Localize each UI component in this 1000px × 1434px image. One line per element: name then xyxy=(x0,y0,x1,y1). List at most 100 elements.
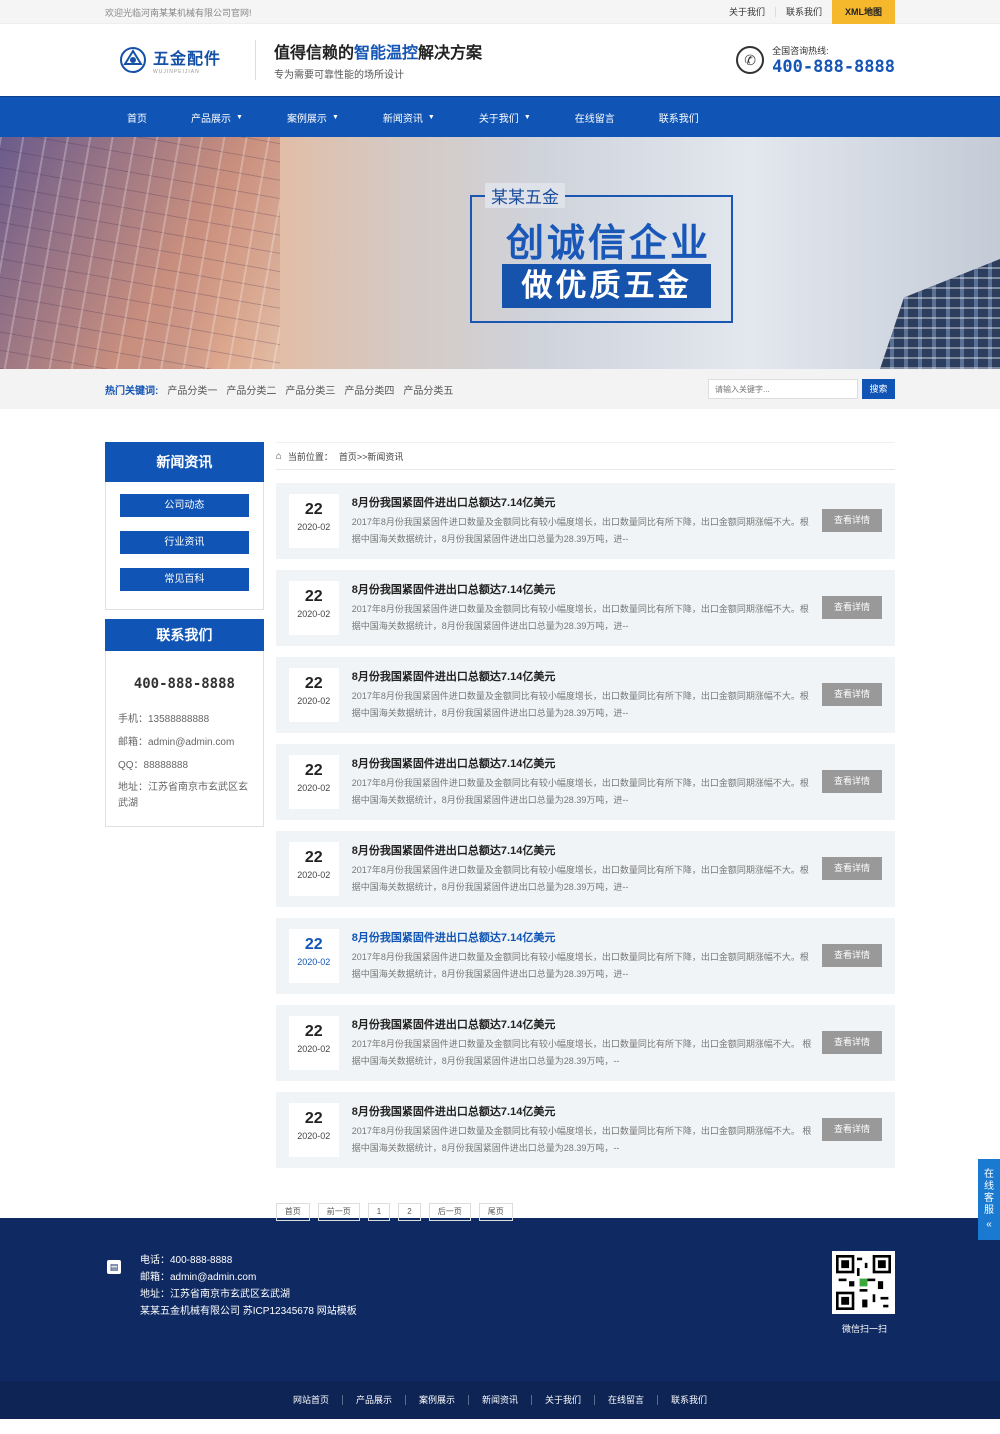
news-title[interactable]: 8月份我国紧固件进出口总额达7.14亿美元 xyxy=(352,755,817,771)
news-title[interactable]: 8月份我国紧固件进出口总额达7.14亿美元 xyxy=(352,1016,817,1032)
wechat-qr-code xyxy=(832,1251,895,1314)
breadcrumb-path[interactable]: 首页>>新闻资讯 xyxy=(339,450,404,463)
news-content: ⌂ 当前位置： 首页>>新闻资讯 22 2020-02 8月份我国紧固件进出口总额达… xyxy=(275,442,895,1221)
banner-building-left xyxy=(0,137,280,369)
sidebar-link-industry-news[interactable]: 行业资讯 xyxy=(120,531,249,554)
search-input[interactable] xyxy=(708,379,858,399)
news-title[interactable]: 8月份我国紧固件进出口总额达7.14亿美元 xyxy=(352,842,817,858)
breadcrumb: ⌂ 当前位置： 首页>>新闻资讯 xyxy=(275,442,895,470)
hero-banner: 某某五金 创诚信企业 做优质五金 xyxy=(0,137,1000,369)
news-summary: 2017年8月份我国紧固件进口数量及金额同比有较小幅度增长，出口数量同比有所下降… xyxy=(351,778,809,805)
news-year-month: 2020-02 xyxy=(297,696,331,706)
news-item[interactable]: 22 2020-02 8月份我国紧固件进出口总额达7.14亿美元 2017年8月份我国… xyxy=(275,918,895,994)
main-area: 新闻资讯 公司动态 行业资讯 常见百科 联系我们 400-888-8888 手机… xyxy=(0,409,1000,1221)
news-item[interactable]: 22 2020-02 8月份我国紧固件进出口总额达7.14亿美元 2017年8月份我国… xyxy=(275,1092,895,1168)
view-details-button[interactable]: 查看详情 xyxy=(822,683,882,706)
sidebar: 新闻资讯 公司动态 行业资讯 常见百科 联系我们 400-888-8888 手机… xyxy=(105,442,264,836)
news-item[interactable]: 22 2020-02 8月份我国紧固件进出口总额达7.14亿美元 2017年8月份我国… xyxy=(275,483,895,559)
view-details-button[interactable]: 查看详情 xyxy=(822,944,882,967)
view-details-button[interactable]: 查看详情 xyxy=(822,596,882,619)
site-footer: ▤ 电话：400-888-8888 邮箱：admin@admin.com 地址：… xyxy=(0,1218,1000,1381)
banner-subheadline: 做优质五金 xyxy=(502,264,711,308)
news-year-month: 2020-02 xyxy=(297,957,331,967)
footer-nav-link[interactable]: 网站首页 xyxy=(280,1395,342,1405)
caret-down-icon: ▼ xyxy=(427,113,435,121)
nav-item[interactable]: 在线留言 xyxy=(553,110,637,125)
view-details-button[interactable]: 查看详情 xyxy=(822,770,882,793)
news-day: 22 xyxy=(304,501,323,518)
qr-caption: 微信扫一扫 xyxy=(841,1324,887,1334)
nav-item-label: 首页 xyxy=(127,113,147,125)
sidebar-mobile: 手机：13588888888 xyxy=(118,714,210,725)
slogan-pre: 值得信赖的 xyxy=(274,45,355,62)
nav-item[interactable]: 新闻资讯 ▼ xyxy=(361,110,457,125)
collapse-icon: « xyxy=(986,1219,992,1230)
view-details-button[interactable]: 查看详情 xyxy=(822,1031,882,1054)
news-list: 22 2020-02 8月份我国紧固件进出口总额达7.14亿美元 2017年8月份我国… xyxy=(275,483,895,1168)
footer-nav-link[interactable]: 在线留言 xyxy=(594,1395,657,1405)
top-links: 关于我们 联系我们 XML地图 xyxy=(719,0,895,24)
online-service-label: 在线客服 xyxy=(984,1169,994,1216)
view-details-button[interactable]: 查看详情 xyxy=(822,857,882,880)
sidebar-contact-title: 联系我们 xyxy=(105,619,264,651)
nav-item[interactable]: 关于我们 ▼ xyxy=(457,110,553,125)
footer-nav-link[interactable]: 关于我们 xyxy=(531,1395,594,1405)
footer-nav-link[interactable]: 新闻资讯 xyxy=(467,1395,531,1405)
hot-keyword[interactable]: 产品分类二 xyxy=(226,382,276,397)
hot-keyword[interactable]: 产品分类三 xyxy=(285,382,335,397)
footer-address: 地址：江苏省南京市玄武区玄武湖 xyxy=(140,1289,290,1300)
news-item[interactable]: 22 2020-02 8月份我国紧固件进出口总额达7.14亿美元 2017年8月份我国… xyxy=(275,744,895,820)
nav-item[interactable]: 产品展示 ▼ xyxy=(169,110,265,125)
news-item[interactable]: 22 2020-02 8月份我国紧固件进出口总额达7.14亿美元 2017年8月份我国… xyxy=(275,570,895,646)
view-details-button[interactable]: 查看详情 xyxy=(822,509,882,532)
nav-item[interactable]: 联系我们 xyxy=(637,110,721,125)
sidebar-link-company-news[interactable]: 公司动态 xyxy=(120,494,249,517)
hotline-number: 400-888-8888 xyxy=(772,56,895,77)
footer-email: 邮箱：admin@admin.com xyxy=(140,1272,257,1283)
slogan-highlight: 智能温控 xyxy=(354,45,419,62)
news-item[interactable]: 22 2020-02 8月份我国紧固件进出口总额达7.14亿美元 2017年8月份我国… xyxy=(275,657,895,733)
nav-item[interactable]: 首页 xyxy=(105,110,169,125)
search-form: 搜索 xyxy=(708,379,895,399)
footer-tel: 电话：400-888-8888 xyxy=(140,1255,233,1266)
top-link-contact[interactable]: 联系我们 xyxy=(774,7,832,17)
banner-building-right xyxy=(880,259,1000,369)
news-day: 22 xyxy=(304,1110,323,1127)
online-service-tab[interactable]: 在线客服 « xyxy=(978,1159,1000,1240)
hot-keyword[interactable]: 产品分类五 xyxy=(403,382,453,397)
news-date: 22 2020-02 xyxy=(288,668,339,722)
news-title[interactable]: 8月份我国紧固件进出口总额达7.14亿美元 xyxy=(352,1103,817,1119)
search-button[interactable]: 搜索 xyxy=(862,379,895,399)
nav-item[interactable]: 案例展示 ▼ xyxy=(265,110,361,125)
view-details-button[interactable]: 查看详情 xyxy=(822,1118,882,1141)
header-slogan: 值得信赖的智能温控解决方案 专为需要可靠性能的场所设计 xyxy=(274,39,482,81)
site-logo[interactable]: 五金配件 WUJINPEIJIAN xyxy=(105,45,255,75)
hot-keyword[interactable]: 产品分类一 xyxy=(167,382,217,397)
footer-nav-link[interactable]: 联系我们 xyxy=(657,1395,720,1405)
news-year-month: 2020-02 xyxy=(297,609,331,619)
sidebar-contact-box: 联系我们 400-888-8888 手机：13588888888 邮箱：admi… xyxy=(105,619,264,827)
news-title[interactable]: 8月份我国紧固件进出口总额达7.14亿美元 xyxy=(352,581,817,597)
document-icon: ▤ xyxy=(107,1260,121,1274)
footer-nav-link[interactable]: 案例展示 xyxy=(404,1395,468,1405)
news-date: 22 2020-02 xyxy=(288,1103,339,1157)
news-item[interactable]: 22 2020-02 8月份我国紧固件进出口总额达7.14亿美元 2017年8月份我国… xyxy=(275,1005,895,1081)
top-link-about[interactable]: 关于我们 xyxy=(719,7,775,17)
news-year-month: 2020-02 xyxy=(297,522,331,532)
sidebar-link-faq[interactable]: 常见百科 xyxy=(120,568,249,591)
hot-keyword[interactable]: 产品分类四 xyxy=(344,382,394,397)
footer-nav-link[interactable]: 产品展示 xyxy=(341,1395,405,1405)
hotline-block: ✆ 全国咨询热线: 400-888-8888 xyxy=(736,44,895,77)
news-title[interactable]: 8月份我国紧固件进出口总额达7.14亿美元 xyxy=(352,668,817,684)
news-date: 22 2020-02 xyxy=(288,581,339,635)
news-summary: 2017年8月份我国紧固件进口数量及金额同比有较小幅度增长，出口数量同比有所下降… xyxy=(351,865,809,892)
news-summary: 2017年8月份我国紧固件进口数量及金额同比有较小幅度增长，出口数量同比有所下降… xyxy=(351,1039,812,1066)
news-item[interactable]: 22 2020-02 8月份我国紧固件进出口总额达7.14亿美元 2017年8月份我国… xyxy=(275,831,895,907)
news-year-month: 2020-02 xyxy=(297,783,331,793)
nav-item-label: 产品展示 xyxy=(191,113,231,125)
news-title[interactable]: 8月份我国紧固件进出口总额达7.14亿美元 xyxy=(352,494,817,510)
xml-sitemap-link[interactable]: XML地图 xyxy=(832,0,895,24)
nav-item-label: 联系我们 xyxy=(658,113,699,125)
news-title[interactable]: 8月份我国紧固件进出口总额达7.14亿美元 xyxy=(352,929,817,945)
sidebar-phone: 400-888-8888 xyxy=(133,676,235,692)
